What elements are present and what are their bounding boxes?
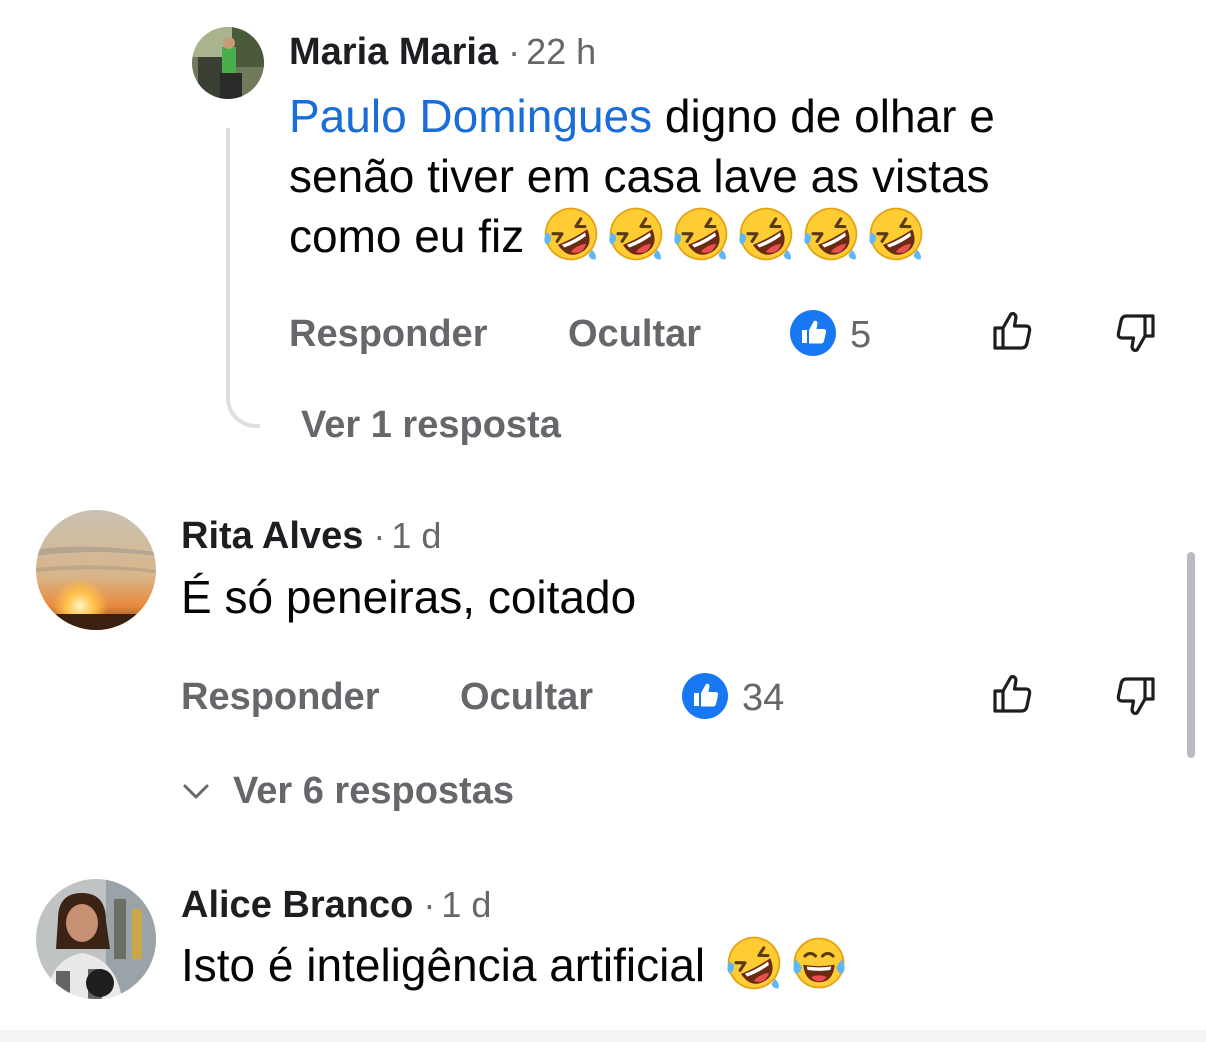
view-replies-link[interactable]: Ver 6 respostas <box>233 772 514 810</box>
hide-button[interactable]: Ocultar <box>568 315 701 353</box>
avatar[interactable] <box>36 510 156 630</box>
rofl-emoji-icon <box>608 206 664 262</box>
thumbs-up-outline-icon[interactable] <box>990 670 1038 718</box>
separator-dot: · <box>423 884 436 925</box>
thumbs-up-outline-icon[interactable] <box>990 307 1038 355</box>
reply-button[interactable]: Responder <box>181 678 379 716</box>
comment-header: Rita Alves · 1 d <box>181 517 441 555</box>
hide-button[interactable]: Ocultar <box>460 678 593 716</box>
comment-text: Isto é inteligência artificial <box>181 935 1081 995</box>
rofl-emoji-icon <box>673 206 729 262</box>
rofl-emoji-icon <box>803 206 859 262</box>
thumbs-down-outline-icon[interactable] <box>1110 309 1158 357</box>
thumbs-down-outline-icon[interactable] <box>1110 672 1158 720</box>
comment-text-content: É só peneiras, coitado <box>181 571 637 623</box>
rofl-emoji-icon <box>738 206 794 262</box>
author-name[interactable]: Rita Alves <box>181 515 363 557</box>
view-replies-row[interactable]: Ver 6 respostas <box>181 770 581 810</box>
author-name[interactable]: Maria Maria <box>289 31 498 73</box>
tears-of-joy-emoji-icon <box>791 935 847 991</box>
rofl-emoji-icon <box>543 206 599 262</box>
separator-dot: · <box>508 31 521 72</box>
next-comment-peek <box>0 1030 1206 1042</box>
reply-button[interactable]: Responder <box>289 315 487 353</box>
thread-connector-line <box>226 128 260 428</box>
comment-text-content: Isto é inteligência artificial <box>181 939 706 991</box>
avatar[interactable] <box>36 879 156 999</box>
thumbs-up-badge-icon[interactable] <box>681 672 729 720</box>
timestamp[interactable]: 22 h <box>526 31 596 72</box>
emoji-group <box>717 939 847 991</box>
rofl-emoji-icon <box>726 935 782 991</box>
mention-link[interactable]: Paulo Domingues <box>289 90 652 142</box>
separator-dot: · <box>373 515 386 556</box>
scrollbar[interactable] <box>1187 552 1195 758</box>
view-replies-link[interactable]: Ver 1 resposta <box>301 406 561 444</box>
comment-header: Maria Maria · 22 h <box>289 33 596 71</box>
chevron-down-icon <box>183 784 209 799</box>
like-count[interactable]: 5 <box>850 316 871 354</box>
rofl-emoji-icon <box>868 206 924 262</box>
like-count[interactable]: 34 <box>742 679 784 717</box>
comment-header: Alice Branco · 1 d <box>181 886 491 924</box>
thumbs-up-badge-icon[interactable] <box>789 309 837 357</box>
timestamp[interactable]: 1 d <box>391 515 441 556</box>
avatar[interactable] <box>192 27 264 99</box>
emoji-group <box>534 210 924 262</box>
author-name[interactable]: Alice Branco <box>181 884 413 926</box>
timestamp[interactable]: 1 d <box>441 884 491 925</box>
comment-text: Paulo Domingues digno de olhar e senão t… <box>289 86 1109 266</box>
comments-section: Maria Maria · 22 h Paulo Domingues digno d… <box>0 0 1206 1042</box>
comment-text: É só peneiras, coitado <box>181 567 1081 627</box>
